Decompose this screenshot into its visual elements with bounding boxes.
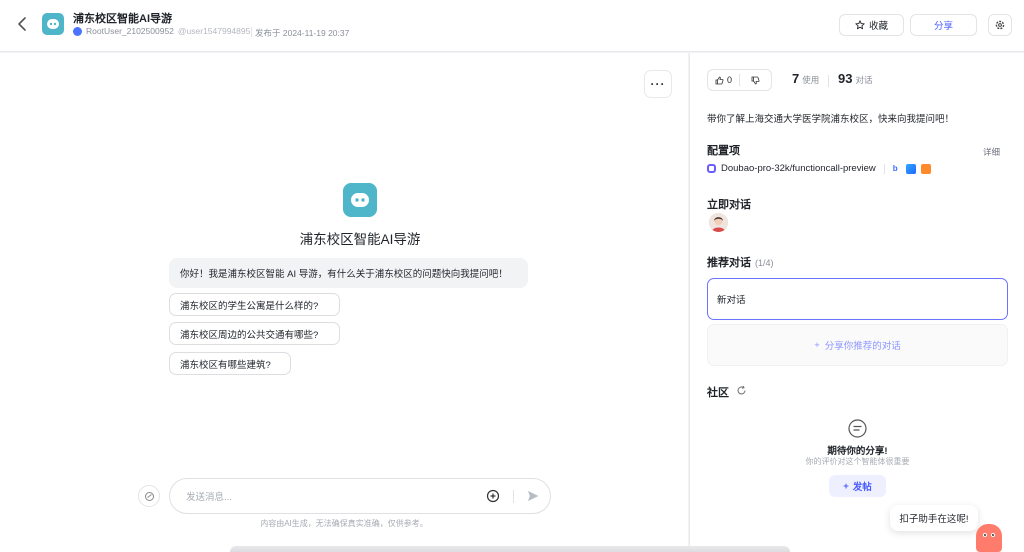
post-button[interactable]: + 发帖: [829, 475, 886, 497]
star-icon: [855, 20, 865, 30]
input-divider: [513, 490, 514, 503]
chat-label: 对话: [855, 75, 873, 85]
empty-community-title: 期待你的分享!: [827, 446, 888, 457]
config-title: 配置项: [707, 145, 740, 157]
bot-info-panel: 0 7 使用 93 对话 带你了解上海交通大学医学院浦东校区，快来向我提问吧！ …: [689, 53, 1024, 552]
suggested-question[interactable]: 浦东校区有哪些建筑?: [169, 352, 291, 375]
plus-icon: +: [814, 339, 820, 351]
verified-badge-icon: [73, 26, 82, 36]
ai-disclaimer: 内容由AI生成，无法确保真实准确，仅供参考。: [260, 519, 428, 528]
stat-divider: [828, 75, 829, 87]
publish-time: 发布于 2024-11-19 20:37: [255, 28, 350, 38]
dislike-button[interactable]: [740, 70, 771, 90]
bot-description: 带你了解上海交通大学医学院浦东校区，快来向我提问吧！: [707, 114, 955, 125]
usage-stat: 7 使用: [792, 71, 819, 86]
author-handle: @user1547994895: [177, 26, 251, 36]
assistant-bubble[interactable]: 扣子助手在这呢!: [890, 505, 978, 531]
detail-link[interactable]: 详细: [983, 146, 1000, 158]
top-bar: 浦东校区智能AI导游 RootUser_2102500952 @user1547…: [0, 0, 1024, 52]
vote-control: 0: [707, 69, 772, 91]
bing-plugin-icon[interactable]: b: [892, 163, 901, 174]
share-button[interactable]: 分享: [910, 14, 977, 36]
model-logo-icon: [707, 164, 716, 173]
suggested-question[interactable]: 浦东校区的学生公寓是什么样的?: [169, 293, 340, 316]
plugin-icon[interactable]: [920, 163, 931, 174]
greeting-message: 你好！我是浦东校区智能 AI 导游，有什么关于浦东校区的问题快向我提问吧！: [169, 258, 528, 288]
bot-app-icon: [42, 13, 64, 35]
author-name[interactable]: RootUser_2102500952: [86, 26, 174, 36]
community-title: 社区: [707, 387, 729, 399]
header-divider: [251, 27, 252, 37]
back-arrow-icon[interactable]: [14, 15, 32, 33]
empty-community-subtitle: 你的评价对这个智能体很重要: [805, 457, 910, 466]
usage-count: 7: [792, 71, 800, 86]
thumbs-down-icon: [751, 76, 760, 84]
share-recommended-label: 分享你推荐的对话: [824, 341, 901, 352]
bottom-edge: [230, 546, 790, 552]
message-input-box: [169, 478, 551, 514]
plugin-icon[interactable]: [905, 163, 916, 174]
bot-avatar: [343, 183, 377, 217]
page-title: 浦东校区智能AI导游: [73, 13, 172, 25]
model-name: Doubao-pro-32k/functioncall-preview: [721, 163, 876, 174]
add-attachment-icon[interactable]: [486, 489, 500, 503]
author-info: RootUser_2102500952 @user1547994895: [73, 26, 250, 36]
chat-count: 93: [838, 71, 853, 86]
settings-button[interactable]: [988, 14, 1012, 36]
thumbs-up-icon: [715, 76, 724, 84]
bot-name: 浦东校区智能AI导游: [299, 232, 421, 247]
new-chat-card[interactable]: 新对话: [707, 278, 1008, 320]
plus-icon: +: [843, 480, 849, 492]
more-options-button[interactable]: ···: [644, 70, 672, 98]
like-count: 0: [726, 75, 732, 85]
plugin-divider: [883, 163, 885, 174]
chat-stat: 93 对话: [838, 71, 872, 86]
user-avatar[interactable]: [709, 213, 728, 232]
chat-panel: ··· 浦东校区智能AI导游 你好！我是浦东校区智能 AI 导游，有什么关于浦东…: [0, 53, 688, 552]
recommended-label: 推荐对话: [707, 257, 751, 269]
send-icon[interactable]: [526, 489, 540, 503]
share-recommended-button[interactable]: + 分享你推荐的对话: [707, 324, 1008, 366]
post-label: 发帖: [852, 482, 872, 493]
refresh-icon[interactable]: [736, 385, 747, 396]
suggested-question[interactable]: 浦东校区周边的公共交通有哪些?: [169, 322, 340, 345]
recommended-title: 推荐对话 (1/4): [707, 254, 774, 270]
message-input[interactable]: [186, 488, 476, 506]
start-chat-title: 立即对话: [707, 199, 751, 211]
chat-bubble-icon: [848, 419, 867, 438]
favorite-button[interactable]: 收藏: [839, 14, 904, 36]
gear-icon: [995, 20, 1005, 30]
clear-context-button[interactable]: [138, 485, 160, 507]
assistant-mascot-icon[interactable]: [976, 524, 1002, 552]
usage-label: 使用: [802, 75, 820, 85]
like-button[interactable]: 0: [708, 70, 739, 90]
model-info: Doubao-pro-32k/functioncall-preview b: [707, 163, 931, 174]
recommended-count: (1/4): [755, 258, 774, 268]
favorite-label: 收藏: [868, 21, 888, 32]
broom-icon: [144, 491, 154, 501]
